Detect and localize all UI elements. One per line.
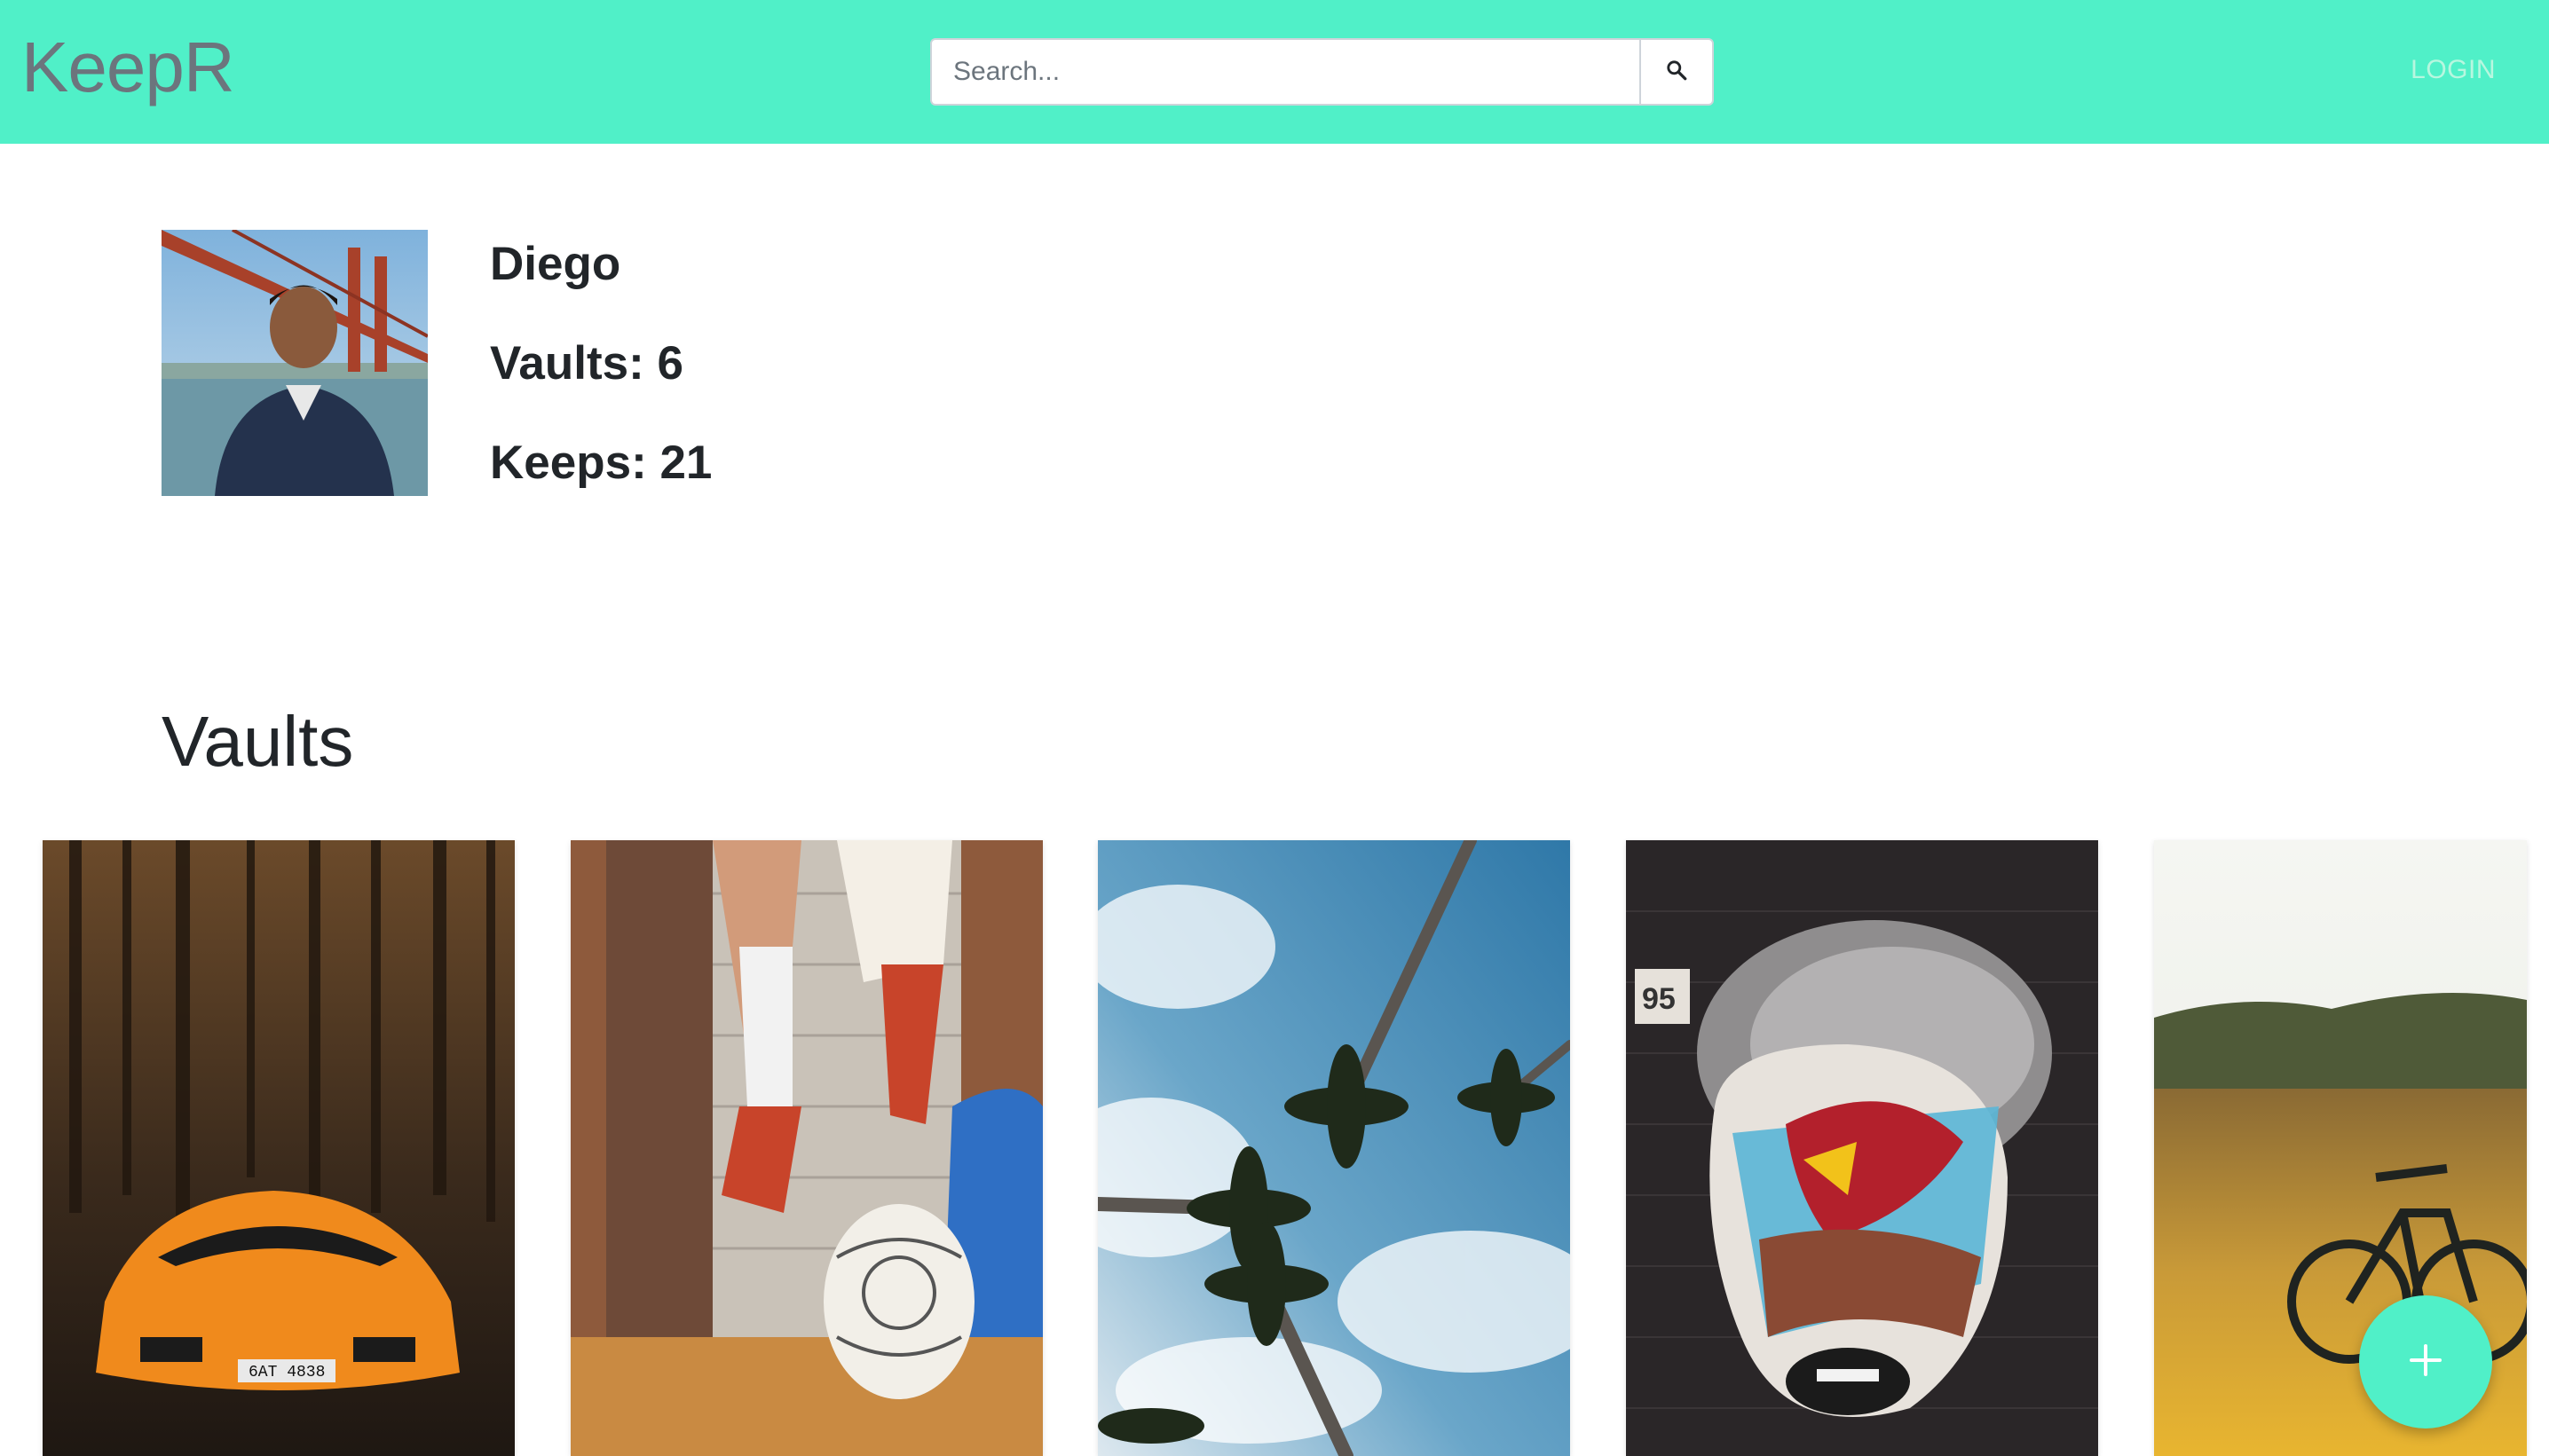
login-link[interactable]: LOGIN (2411, 55, 2496, 85)
vault-card-image: 95 (1626, 840, 2098, 1456)
vaults-count: Vaults: 6 (490, 337, 683, 390)
add-button[interactable] (2359, 1295, 2492, 1428)
search-button[interactable] (1639, 38, 1714, 106)
svg-text:95: 95 (1642, 982, 1676, 1016)
brand-logo[interactable]: KeepR (21, 27, 235, 108)
search-input[interactable] (930, 38, 1639, 106)
search-icon (1665, 59, 1688, 86)
vault-card-image (1098, 840, 1570, 1456)
navbar: KeepR LOGIN (0, 0, 2549, 144)
keeps-count: Keeps: 21 (490, 437, 713, 489)
vault-card-image: 6AT 4838 (43, 840, 515, 1456)
profile-name: Diego (490, 238, 621, 290)
plus-icon (2408, 1342, 2443, 1382)
profile-info: Diego Vaults: 6 Keeps: 21 (490, 236, 712, 534)
vault-card-image (571, 840, 1043, 1456)
vault-card[interactable]: 95 (1626, 840, 2098, 1456)
search-bar (930, 38, 1714, 106)
vault-card[interactable] (571, 840, 1043, 1456)
avatar (162, 230, 428, 496)
vault-card[interactable]: 6AT 4838 (43, 840, 515, 1456)
vaults-heading: Vaults (162, 702, 354, 781)
svg-text:6AT 4838: 6AT 4838 (249, 1364, 325, 1381)
vault-card[interactable] (1098, 840, 1570, 1456)
